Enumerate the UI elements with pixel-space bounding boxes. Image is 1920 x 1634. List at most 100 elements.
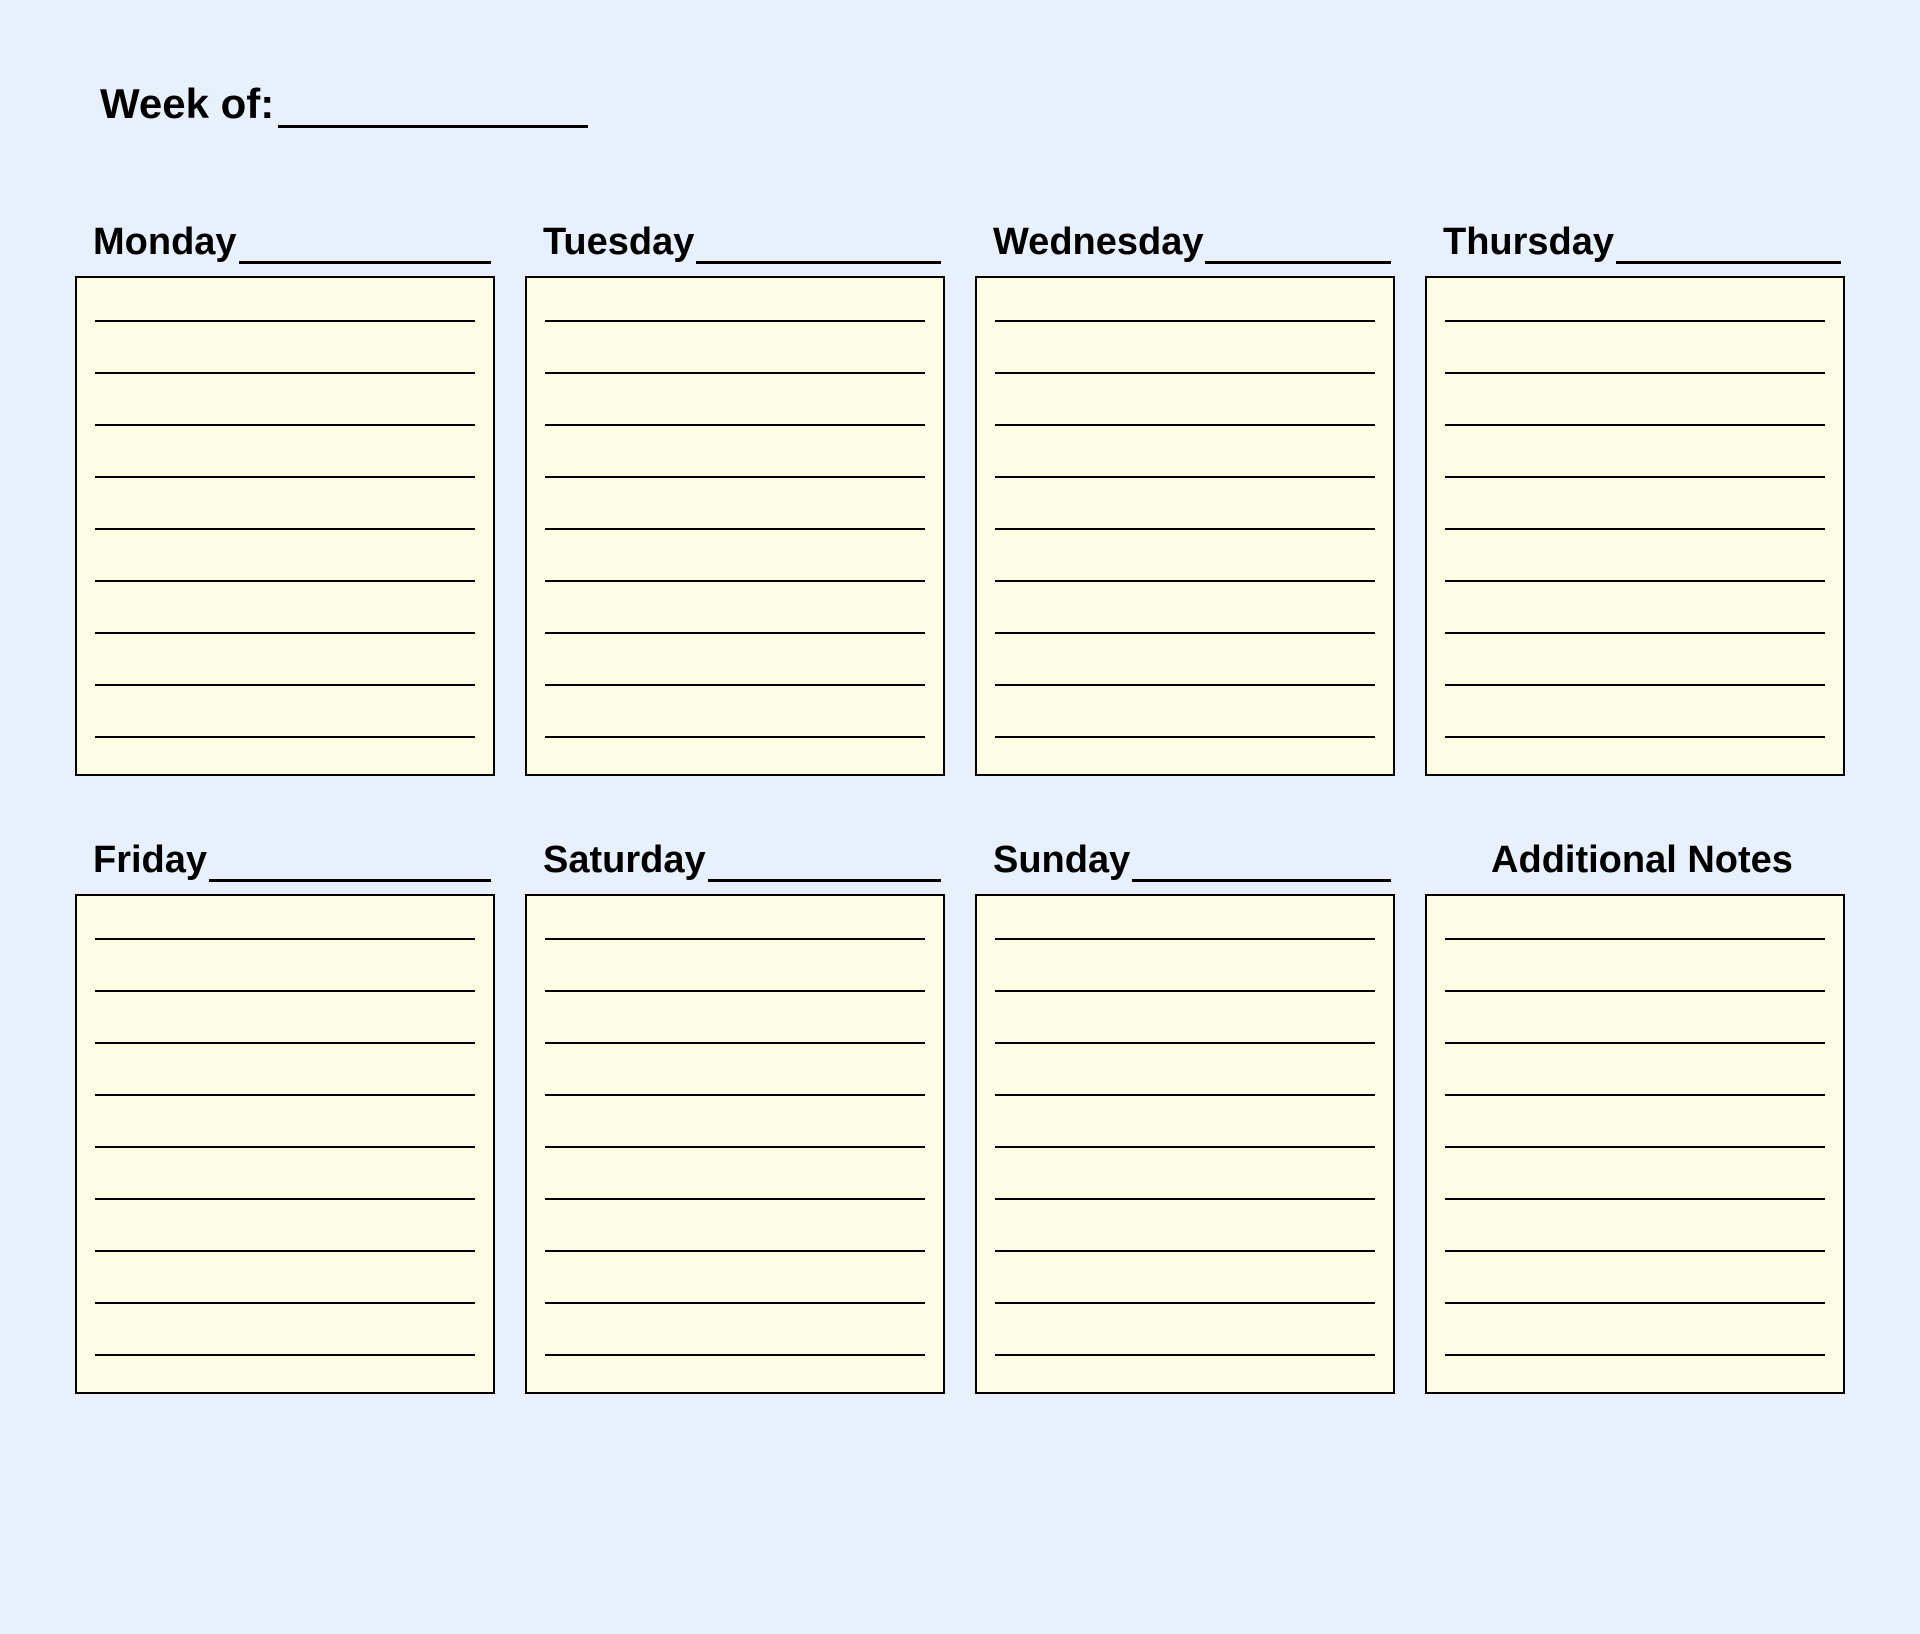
cell-header-input-line[interactable]	[696, 226, 941, 264]
writing-line[interactable]	[995, 972, 1375, 992]
writing-line[interactable]	[995, 920, 1375, 940]
writing-line[interactable]	[545, 1128, 925, 1148]
writing-line[interactable]	[1445, 666, 1825, 686]
writing-line[interactable]	[545, 1284, 925, 1304]
cell-header: Friday	[75, 836, 495, 882]
writing-line[interactable]	[95, 354, 475, 374]
cell-box	[975, 276, 1395, 776]
writing-line[interactable]	[1445, 1180, 1825, 1200]
writing-line[interactable]	[995, 354, 1375, 374]
writing-line[interactable]	[545, 666, 925, 686]
writing-line[interactable]	[95, 614, 475, 634]
week-of-label: Week of:	[100, 80, 274, 128]
writing-line[interactable]	[95, 1076, 475, 1096]
writing-line[interactable]	[995, 718, 1375, 738]
week-of-header: Week of:	[100, 80, 1860, 128]
writing-line[interactable]	[1445, 458, 1825, 478]
writing-line[interactable]	[1445, 972, 1825, 992]
writing-line[interactable]	[995, 562, 1375, 582]
cell-header-input-line[interactable]	[209, 844, 491, 882]
writing-line[interactable]	[545, 718, 925, 738]
cell-label: Friday	[93, 839, 207, 882]
writing-line[interactable]	[95, 666, 475, 686]
writing-line[interactable]	[95, 302, 475, 322]
writing-line[interactable]	[1445, 1076, 1825, 1096]
writing-line[interactable]	[95, 406, 475, 426]
cell-header-input-line[interactable]	[1205, 226, 1391, 264]
writing-line[interactable]	[1445, 510, 1825, 530]
writing-line[interactable]	[545, 920, 925, 940]
writing-line[interactable]	[995, 1232, 1375, 1252]
writing-line[interactable]	[545, 972, 925, 992]
writing-line[interactable]	[995, 1284, 1375, 1304]
writing-line[interactable]	[545, 562, 925, 582]
cell-label: Sunday	[993, 839, 1130, 882]
writing-line[interactable]	[1445, 718, 1825, 738]
writing-line[interactable]	[95, 718, 475, 738]
writing-line[interactable]	[95, 562, 475, 582]
cell-header: Monday	[75, 218, 495, 264]
writing-line[interactable]	[995, 614, 1375, 634]
writing-line[interactable]	[1445, 1128, 1825, 1148]
writing-line[interactable]	[995, 302, 1375, 322]
writing-line[interactable]	[95, 510, 475, 530]
cell-header: Tuesday	[525, 218, 945, 264]
cell-box	[1425, 894, 1845, 1394]
writing-line[interactable]	[1445, 1024, 1825, 1044]
writing-line[interactable]	[545, 354, 925, 374]
writing-line[interactable]	[995, 406, 1375, 426]
cell-label: Saturday	[543, 839, 706, 882]
writing-line[interactable]	[1445, 1284, 1825, 1304]
writing-line[interactable]	[95, 1128, 475, 1148]
cell-label: Additional Notes	[1443, 839, 1841, 882]
planner-cell: Additional Notes	[1425, 836, 1845, 1394]
planner-cell: Tuesday	[525, 218, 945, 776]
writing-line[interactable]	[995, 510, 1375, 530]
writing-line[interactable]	[1445, 354, 1825, 374]
writing-line[interactable]	[545, 1232, 925, 1252]
writing-line[interactable]	[95, 972, 475, 992]
writing-line[interactable]	[95, 1232, 475, 1252]
writing-line[interactable]	[1445, 562, 1825, 582]
writing-line[interactable]	[95, 1180, 475, 1200]
writing-line[interactable]	[545, 1024, 925, 1044]
planner-cell: Sunday	[975, 836, 1395, 1394]
writing-line[interactable]	[95, 920, 475, 940]
writing-line[interactable]	[545, 1336, 925, 1356]
writing-line[interactable]	[995, 1076, 1375, 1096]
writing-line[interactable]	[95, 1024, 475, 1044]
writing-line[interactable]	[95, 1336, 475, 1356]
cell-header-input-line[interactable]	[708, 844, 941, 882]
writing-line[interactable]	[995, 1024, 1375, 1044]
writing-line[interactable]	[545, 458, 925, 478]
cell-header: Sunday	[975, 836, 1395, 882]
writing-line[interactable]	[545, 1076, 925, 1096]
writing-line[interactable]	[995, 666, 1375, 686]
writing-line[interactable]	[545, 406, 925, 426]
writing-line[interactable]	[1445, 614, 1825, 634]
cell-header-input-line[interactable]	[1132, 844, 1391, 882]
cell-header: Wednesday	[975, 218, 1395, 264]
writing-line[interactable]	[995, 458, 1375, 478]
cell-header: Saturday	[525, 836, 945, 882]
writing-line[interactable]	[1445, 406, 1825, 426]
writing-line[interactable]	[1445, 1336, 1825, 1356]
week-of-input-line[interactable]	[278, 86, 588, 128]
writing-line[interactable]	[995, 1128, 1375, 1148]
cell-box	[975, 894, 1395, 1394]
cell-header-input-line[interactable]	[239, 226, 491, 264]
writing-line[interactable]	[1445, 1232, 1825, 1252]
writing-line[interactable]	[95, 1284, 475, 1304]
writing-line[interactable]	[995, 1180, 1375, 1200]
writing-line[interactable]	[1445, 920, 1825, 940]
writing-line[interactable]	[545, 510, 925, 530]
writing-line[interactable]	[995, 1336, 1375, 1356]
cell-header-input-line[interactable]	[1616, 226, 1841, 264]
writing-line[interactable]	[545, 614, 925, 634]
writing-line[interactable]	[545, 302, 925, 322]
writing-line[interactable]	[1445, 302, 1825, 322]
writing-line[interactable]	[95, 458, 475, 478]
planner-cell: Monday	[75, 218, 495, 776]
cell-box	[525, 276, 945, 776]
writing-line[interactable]	[545, 1180, 925, 1200]
